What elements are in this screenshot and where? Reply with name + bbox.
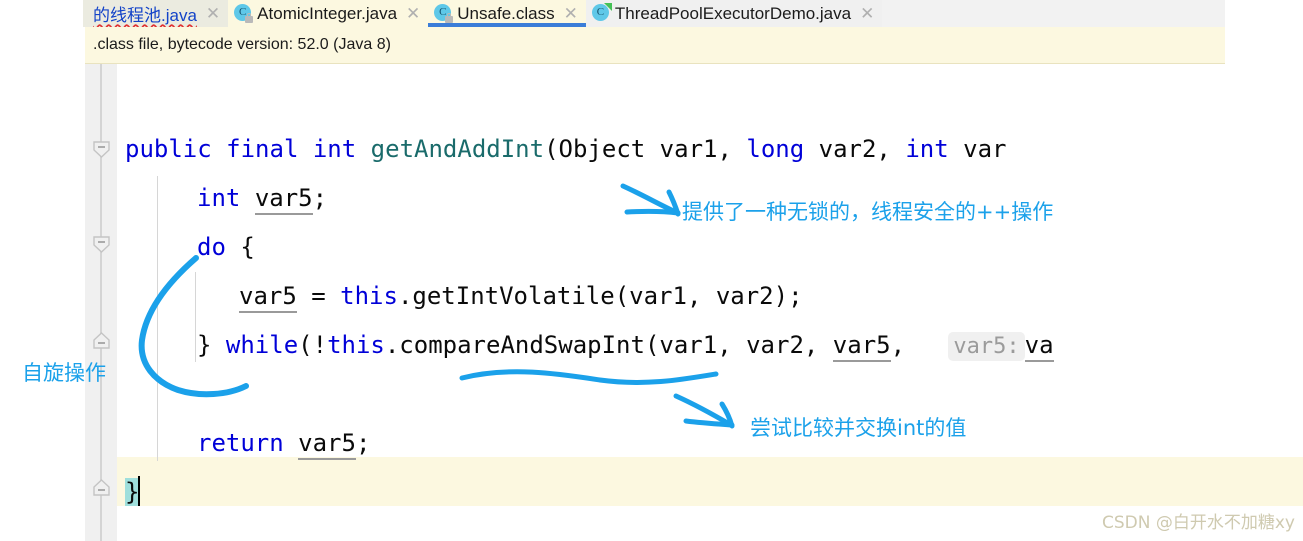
param-name-var2: var2,: [818, 135, 891, 163]
keyword-long: long: [746, 135, 805, 163]
tab-unsafe-class[interactable]: C Unsafe.class ✕: [428, 0, 586, 27]
gutter-vertical-line: [100, 64, 102, 541]
code-line-return: return var5;: [197, 419, 370, 468]
param-type-object: Object: [558, 135, 646, 163]
keyword-this: this: [327, 331, 385, 359]
comma: ,: [890, 331, 920, 359]
java-class-file-locked-icon: C: [234, 4, 254, 23]
matched-close-brace: }: [125, 478, 140, 506]
editor-tab-bar: 的线程池.java ✕ C AtomicInteger.java ✕ C Uns…: [83, 0, 1225, 27]
close-icon[interactable]: ✕: [561, 5, 579, 22]
keyword-int-2: int: [905, 135, 949, 163]
keyword-int: int: [197, 184, 241, 212]
keyword-public: public: [125, 135, 212, 163]
keyword-final: final: [226, 135, 299, 163]
annotation-cas-note: 尝试比较并交换int的值: [750, 416, 967, 440]
editor-gutter[interactable]: [85, 64, 117, 541]
screen-root: 的线程池.java ✕ C AtomicInteger.java ✕ C Uns…: [0, 0, 1303, 541]
argument-truncated: va: [1024, 331, 1054, 362]
code-editor[interactable]: public final int getAndAddInt(Object var…: [85, 64, 1303, 541]
java-class-file-locked-icon: C: [434, 4, 454, 23]
parameter-hint-var5[interactable]: var5:: [948, 332, 1025, 361]
close-icon[interactable]: ✕: [857, 5, 875, 22]
annotation-lockfree-note: 提供了一种无锁的，线程安全的++操作: [682, 200, 1054, 224]
fold-marker-method-end[interactable]: [93, 479, 110, 496]
keyword-this: this: [340, 282, 398, 310]
semicolon: ;: [312, 184, 328, 212]
close-icon[interactable]: ✕: [203, 5, 221, 22]
method-call-compareandswapint: .compareAndSwapInt(var1, var2,: [384, 331, 833, 359]
code-line-while-cas: } while(!this.compareAndSwapInt(var1, va…: [197, 321, 1054, 370]
tab-threadpoolexecutordemo-java[interactable]: C ThreadPoolExecutorDemo.java ✕: [585, 0, 883, 27]
tab-atomicinteger-java[interactable]: C AtomicInteger.java ✕: [228, 0, 429, 27]
fold-marker-do-block[interactable]: [93, 236, 110, 253]
tab-thread-pool-java[interactable]: 的线程池.java ✕: [83, 0, 229, 27]
close-icon[interactable]: ✕: [403, 5, 421, 22]
tab-label: Unsafe.class: [457, 3, 555, 23]
tab-label: 的线程池.java: [93, 6, 197, 25]
bytecode-version-notification: .class file, bytecode version: 52.0 (Jav…: [85, 27, 1225, 64]
keyword-return: return: [197, 429, 284, 457]
variable-var5: var5: [239, 282, 297, 313]
open-brace: {: [240, 233, 255, 261]
code-content[interactable]: public final int getAndAddInt(Object var…: [117, 64, 1303, 541]
tab-label: AtomicInteger.java: [257, 3, 398, 23]
text-caret: [138, 476, 141, 506]
close-brace: }: [197, 331, 226, 359]
param-name-var4-truncated: var: [963, 135, 1007, 163]
open-negate: (!: [298, 331, 328, 359]
variable-var5: var5: [298, 429, 356, 460]
java-runnable-class-icon: C: [591, 3, 612, 23]
keyword-do: do: [197, 233, 226, 261]
code-line-getintvolatile: var5 = this.getIntVolatile(var1, var2);: [239, 272, 803, 321]
tab-label: ThreadPoolExecutorDemo.java: [614, 3, 852, 23]
fold-marker-do-block-end[interactable]: [93, 332, 110, 349]
code-line-signature: public final int getAndAddInt(Object var…: [125, 125, 1007, 174]
method-name-getandaddint: getAndAddInt: [370, 135, 545, 163]
fold-marker-method[interactable]: [93, 141, 110, 158]
assign-operator: =: [296, 282, 341, 310]
csdn-watermark: CSDN @白开水不加糖xy: [1102, 513, 1295, 533]
method-call-getintvolatile: .getIntVolatile(var1, var2);: [397, 282, 803, 310]
keyword-while: while: [225, 331, 299, 359]
code-line-method-close: }: [125, 468, 141, 517]
keyword-int: int: [312, 135, 357, 163]
code-line-declare-var5: int var5;: [197, 174, 327, 223]
semicolon: ;: [355, 429, 371, 457]
argument-var5: var5: [832, 331, 891, 362]
variable-var5: var5: [254, 184, 313, 215]
open-paren: (: [544, 135, 559, 163]
notification-message: .class file, bytecode version: 52.0 (Jav…: [93, 36, 391, 53]
code-line-do: do {: [197, 223, 255, 272]
param-name-var1: var1,: [659, 135, 732, 163]
annotation-spin-operation: 自旋操作: [22, 361, 106, 385]
